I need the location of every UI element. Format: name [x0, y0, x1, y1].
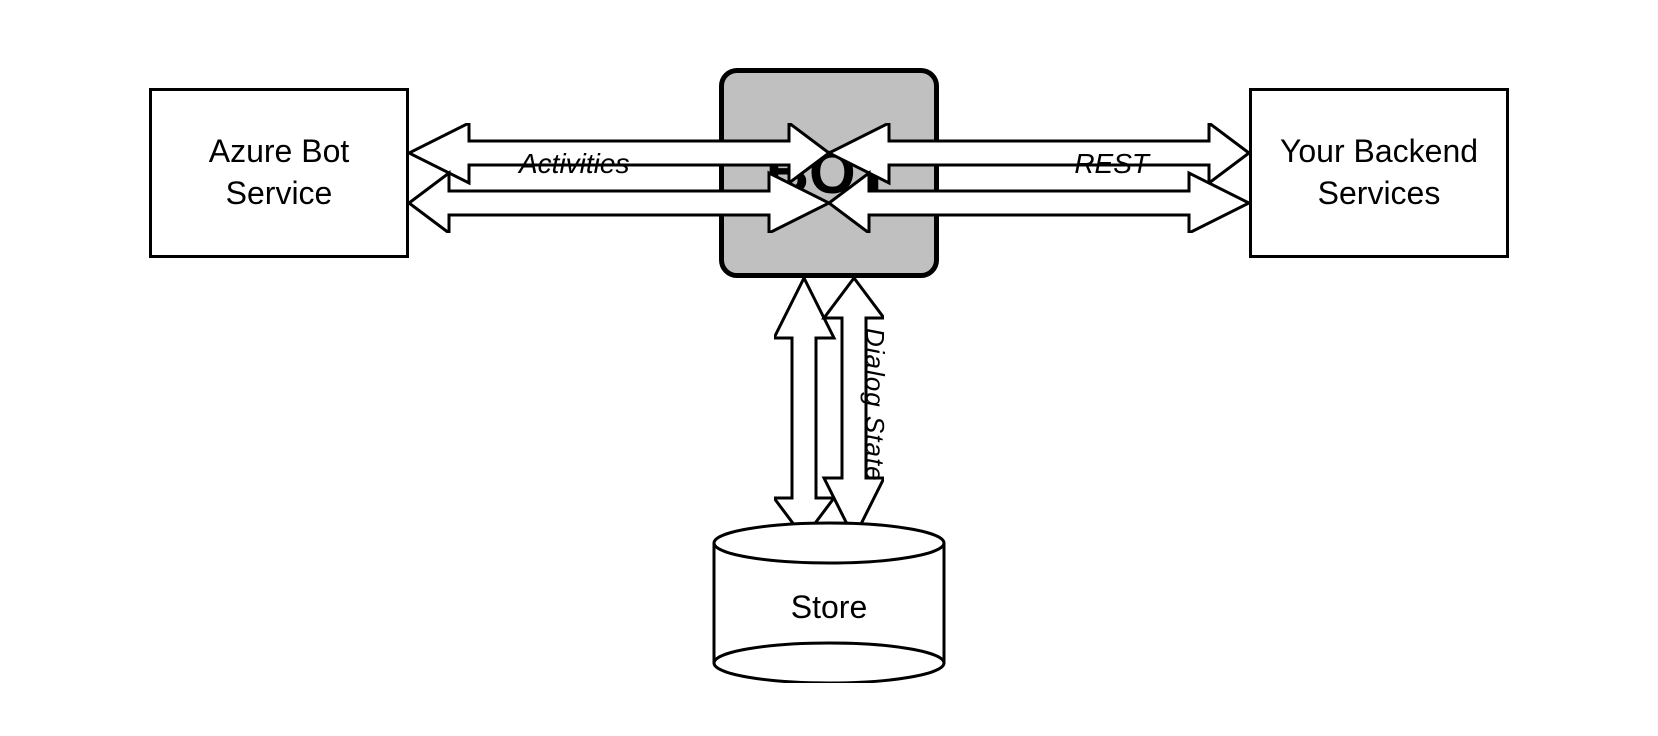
azure-bot-service-box: Azure Bot Service [149, 88, 409, 258]
azure-bot-service-label: Azure Bot Service [209, 131, 350, 214]
svg-text:Store: Store [791, 589, 867, 625]
dialog-state-label: Dialog State [859, 328, 890, 482]
backend-services-box: Your Backend Services [1249, 88, 1509, 258]
rest-label: REST [1074, 148, 1149, 180]
diagram: Azure Bot Service Your Backend Services … [129, 28, 1529, 708]
activities-label: Activities [519, 148, 629, 180]
rest-arrow [829, 123, 1249, 233]
backend-services-label: Your Backend Services [1280, 131, 1478, 214]
store-cylinder: Store [709, 503, 949, 683]
